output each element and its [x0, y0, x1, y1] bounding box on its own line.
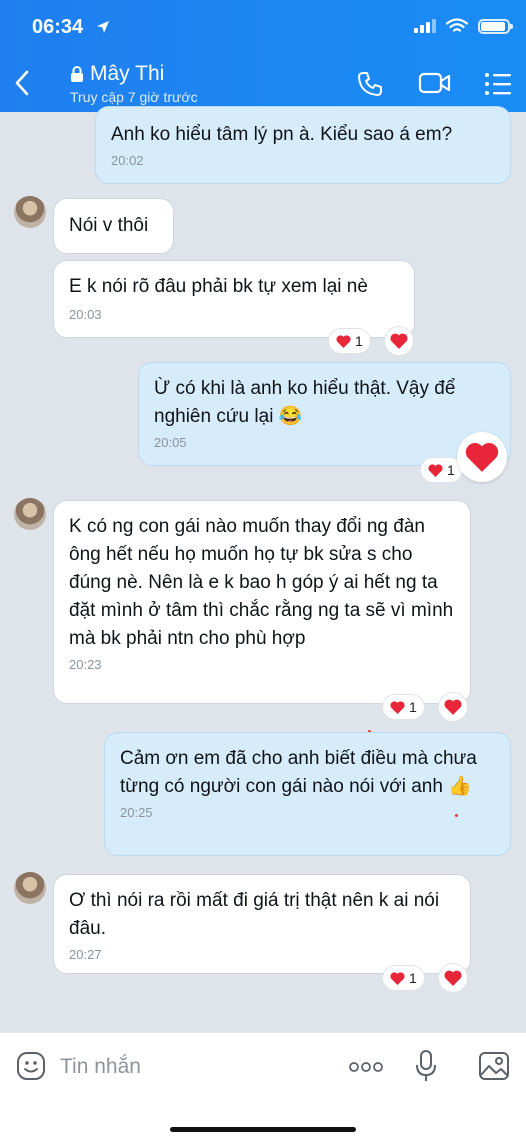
- decorative-dot: [455, 814, 458, 817]
- received-message[interactable]: Nói v thôi: [53, 198, 174, 254]
- contact-name: Mây Thi: [90, 62, 165, 85]
- heart-icon: [444, 970, 462, 986]
- more-options-icon[interactable]: [348, 1061, 384, 1073]
- react-heart-button[interactable]: [384, 326, 414, 356]
- video-call-icon[interactable]: [418, 70, 452, 96]
- reaction-summary[interactable]: 1: [382, 694, 425, 720]
- heart-icon: [390, 700, 405, 714]
- received-message[interactable]: K có ng con gái nào muốn thay đổi ng đàn…: [53, 500, 471, 704]
- thumbs-up-emoji: 👍: [448, 776, 472, 797]
- heart-icon: [428, 463, 443, 477]
- heart-icon: [465, 442, 499, 472]
- message-time: 20:03: [69, 307, 102, 322]
- phone-call-icon[interactable]: [356, 70, 384, 98]
- message-text: Ơ thì nói ra rồi mất đi giá trị thật nên…: [69, 890, 440, 939]
- heart-icon: [336, 334, 351, 348]
- cellular-signal-icon: [414, 19, 436, 33]
- message-text: E k nói rõ đâu phải bk tự xem lại nè: [69, 276, 368, 297]
- heart-icon: [444, 699, 462, 715]
- sticker-emoji-icon[interactable]: [16, 1051, 46, 1081]
- avatar[interactable]: [14, 498, 46, 530]
- back-button[interactable]: [14, 70, 30, 98]
- sent-message[interactable]: Ừ có khi là anh ko hiểu thật. Vậy để ngh…: [138, 362, 511, 466]
- reaction-summary[interactable]: 1: [382, 965, 425, 991]
- reaction-count: 1: [409, 699, 417, 715]
- status-time: 06:34: [32, 16, 84, 38]
- sent-message[interactable]: Cảm ơn em đã cho anh biết điều mà chưa t…: [104, 732, 511, 856]
- reaction-count: 1: [447, 462, 455, 478]
- reaction-count: 1: [355, 333, 363, 349]
- message-text: K có ng con gái nào muốn thay đổi ng đàn…: [69, 516, 454, 649]
- react-heart-button[interactable]: [438, 963, 468, 993]
- microphone-icon[interactable]: [414, 1049, 438, 1083]
- message-time: 20:23: [69, 657, 102, 672]
- reaction-count: 1: [409, 970, 417, 986]
- wifi-icon: [446, 18, 468, 32]
- battery-icon: [478, 18, 513, 34]
- message-list[interactable]: Anh ko hiểu tâm lý pn à. Kiểu sao á em? …: [0, 106, 526, 1032]
- message-time: 20:05: [154, 435, 187, 450]
- laughing-emoji: 😂: [278, 406, 303, 427]
- reaction-summary[interactable]: 1: [328, 328, 371, 354]
- avatar[interactable]: [14, 872, 46, 904]
- message-time: 20:02: [111, 153, 144, 168]
- message-text: Cảm ơn em đã cho anh biết điều mà chưa t…: [120, 748, 477, 797]
- chat-header: 06:34 Mây Thi Truy cập 7 giờ trước: [0, 0, 526, 112]
- message-composer: Tin nhắn: [0, 1032, 526, 1140]
- message-text: Anh ko hiểu tâm lý pn à. Kiểu sao á em?: [111, 124, 453, 145]
- image-gallery-icon[interactable]: [478, 1051, 510, 1081]
- menu-list-icon[interactable]: [484, 72, 512, 96]
- chevron-left-icon: [15, 70, 29, 96]
- status-indicators: [414, 18, 513, 34]
- avatar[interactable]: [14, 196, 46, 228]
- heart-icon: [390, 333, 408, 349]
- message-input[interactable]: Tin nhắn: [60, 1055, 141, 1079]
- lock-icon: [71, 66, 83, 82]
- message-time: 20:27: [69, 947, 102, 962]
- react-heart-button[interactable]: [457, 432, 507, 482]
- home-indicator: [170, 1127, 356, 1132]
- message-text: Ừ có khi là anh ko hiểu thật. Vậy để ngh…: [154, 378, 456, 427]
- last-seen: Truy cập 7 giờ trước: [70, 89, 198, 105]
- react-heart-button[interactable]: [438, 692, 468, 722]
- message-text: Nói v thôi: [69, 215, 149, 236]
- message-time: 20:25: [120, 805, 153, 820]
- contact-title[interactable]: Mây Thi: [70, 62, 164, 86]
- sent-message[interactable]: Anh ko hiểu tâm lý pn à. Kiểu sao á em? …: [95, 106, 511, 184]
- received-message[interactable]: E k nói rõ đâu phải bk tự xem lại nè 20:…: [53, 260, 415, 338]
- heart-icon: [390, 971, 405, 985]
- location-arrow-icon: [97, 21, 109, 33]
- received-message[interactable]: Ơ thì nói ra rồi mất đi giá trị thật nên…: [53, 874, 471, 974]
